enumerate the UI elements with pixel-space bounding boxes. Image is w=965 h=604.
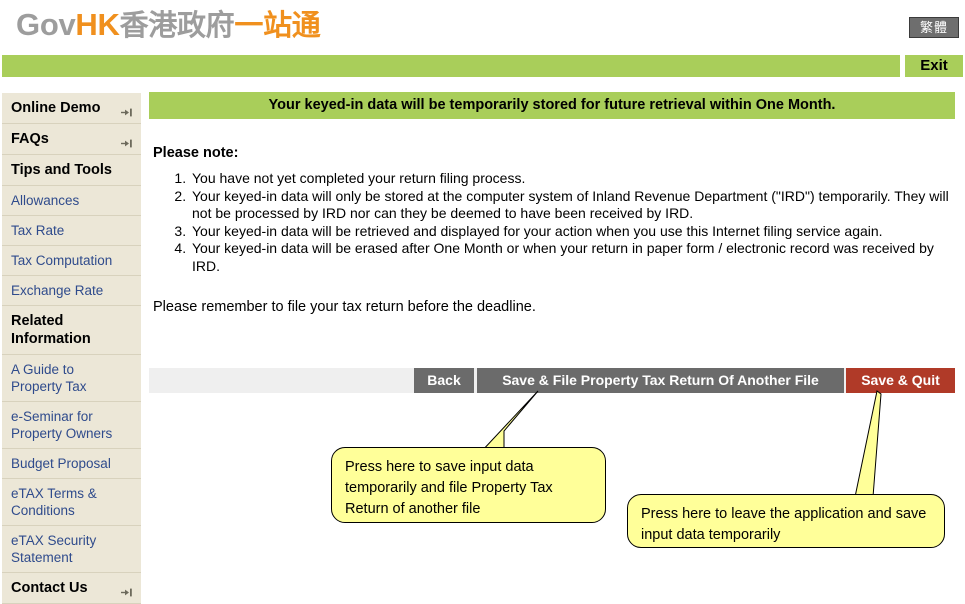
logo-text-chinese-orange: 一站通 — [234, 10, 321, 42]
sidebar-item-label: A Guide to Property Tax — [11, 362, 87, 394]
sidebar-item-label: Contact Us — [11, 580, 88, 596]
note-item: You have not yet completed your return f… — [190, 170, 961, 188]
logo-text-hk: HK — [75, 7, 120, 42]
sidebar-item-related-information[interactable]: Related Information — [2, 306, 141, 355]
sidebar-item-label: Tax Computation — [11, 253, 113, 268]
sidebar-item-label: Related Information — [11, 313, 91, 347]
sidebar-item-budget-proposal[interactable]: Budget Proposal — [2, 449, 141, 479]
nav-strip — [2, 55, 900, 77]
sidebar-item-etax-terms-conditions[interactable]: eTAX Terms & Conditions — [2, 479, 141, 526]
sidebar-item-label: Tax Rate — [11, 223, 65, 238]
language-toggle-traditional-chinese[interactable]: 繁體 — [909, 17, 959, 38]
sidebar-item-label: Tips and Tools — [11, 162, 112, 178]
logo-text-gov: Gov — [16, 7, 76, 42]
notice-banner: Your keyed-in data will be temporarily s… — [149, 92, 955, 119]
sidebar-item-label: eTAX Security Statement — [11, 533, 97, 565]
arrow-right-bar-icon — [121, 135, 134, 148]
note-item: Your keyed-in data will only be stored a… — [190, 188, 961, 223]
govhk-logo[interactable]: GovHK香港政府一站通 — [16, 7, 321, 44]
sidebar-item-contact-us[interactable]: Contact Us — [2, 573, 141, 604]
please-note-label: Please note: — [153, 145, 239, 161]
sidebar-item-label: Allowances — [11, 193, 80, 208]
deadline-reminder-text: Please remember to file your tax return … — [153, 299, 536, 315]
exit-button[interactable]: Exit — [905, 55, 963, 77]
sidebar-item-faqs[interactable]: FAQs — [2, 124, 141, 155]
action-button-bar: Back Save & File Property Tax Return Of … — [149, 368, 955, 393]
main-content: Your keyed-in data will be temporarily s… — [149, 92, 961, 315]
sidebar-item-etax-security-statement[interactable]: eTAX Security Statement — [2, 526, 141, 573]
sidebar-item-label: Budget Proposal — [11, 456, 111, 471]
back-button[interactable]: Back — [414, 368, 474, 393]
sidebar-item-allowances[interactable]: Allowances — [2, 186, 141, 216]
note-item: Your keyed-in data will be erased after … — [190, 240, 961, 275]
sidebar-item-tax-rate[interactable]: Tax Rate — [2, 216, 141, 246]
callout-right-pointer — [854, 390, 882, 498]
sidebar-item-label: eTAX Terms & Conditions — [11, 486, 97, 518]
arrow-right-bar-icon — [121, 104, 134, 117]
sidebar-item-label: e-Seminar for Property Owners — [11, 409, 113, 441]
logo-text-chinese-gray: 香港政府 — [119, 10, 235, 42]
note-item: Your keyed-in data will be retrieved and… — [190, 223, 961, 241]
sidebar-item-e-seminar-for-property-owners[interactable]: e-Seminar for Property Owners — [2, 402, 141, 449]
sidebar-item-tips-and-tools[interactable]: Tips and Tools — [2, 155, 141, 186]
sidebar-item-label: Online Demo — [11, 100, 101, 116]
callout-save-and-quit: Press here to leave the application and … — [627, 494, 945, 548]
sidebar-item-label: Exchange Rate — [11, 283, 104, 298]
sidebar-item-online-demo[interactable]: Online Demo — [2, 93, 141, 124]
sidebar-item-a-guide-to-property-tax[interactable]: A Guide to Property Tax — [2, 355, 141, 402]
save-and-file-another-return-button[interactable]: Save & File Property Tax Return Of Anoth… — [477, 368, 844, 393]
sidebar-item-exchange-rate[interactable]: Exchange Rate — [2, 276, 141, 306]
sidebar-item-label: FAQs — [11, 131, 49, 147]
sidebar-item-tax-computation[interactable]: Tax Computation — [2, 246, 141, 276]
sidebar: Online Demo FAQs Tips and Tools Allowances T… — [2, 92, 141, 604]
save-and-quit-button[interactable]: Save & Quit — [846, 368, 955, 393]
notes-list: You have not yet completed your return f… — [149, 170, 961, 275]
site-header: GovHK香港政府一站通 繁體 — [0, 0, 965, 52]
callout-save-and-file: Press here to save input data temporaril… — [331, 447, 606, 523]
arrow-right-bar-icon — [121, 584, 134, 597]
